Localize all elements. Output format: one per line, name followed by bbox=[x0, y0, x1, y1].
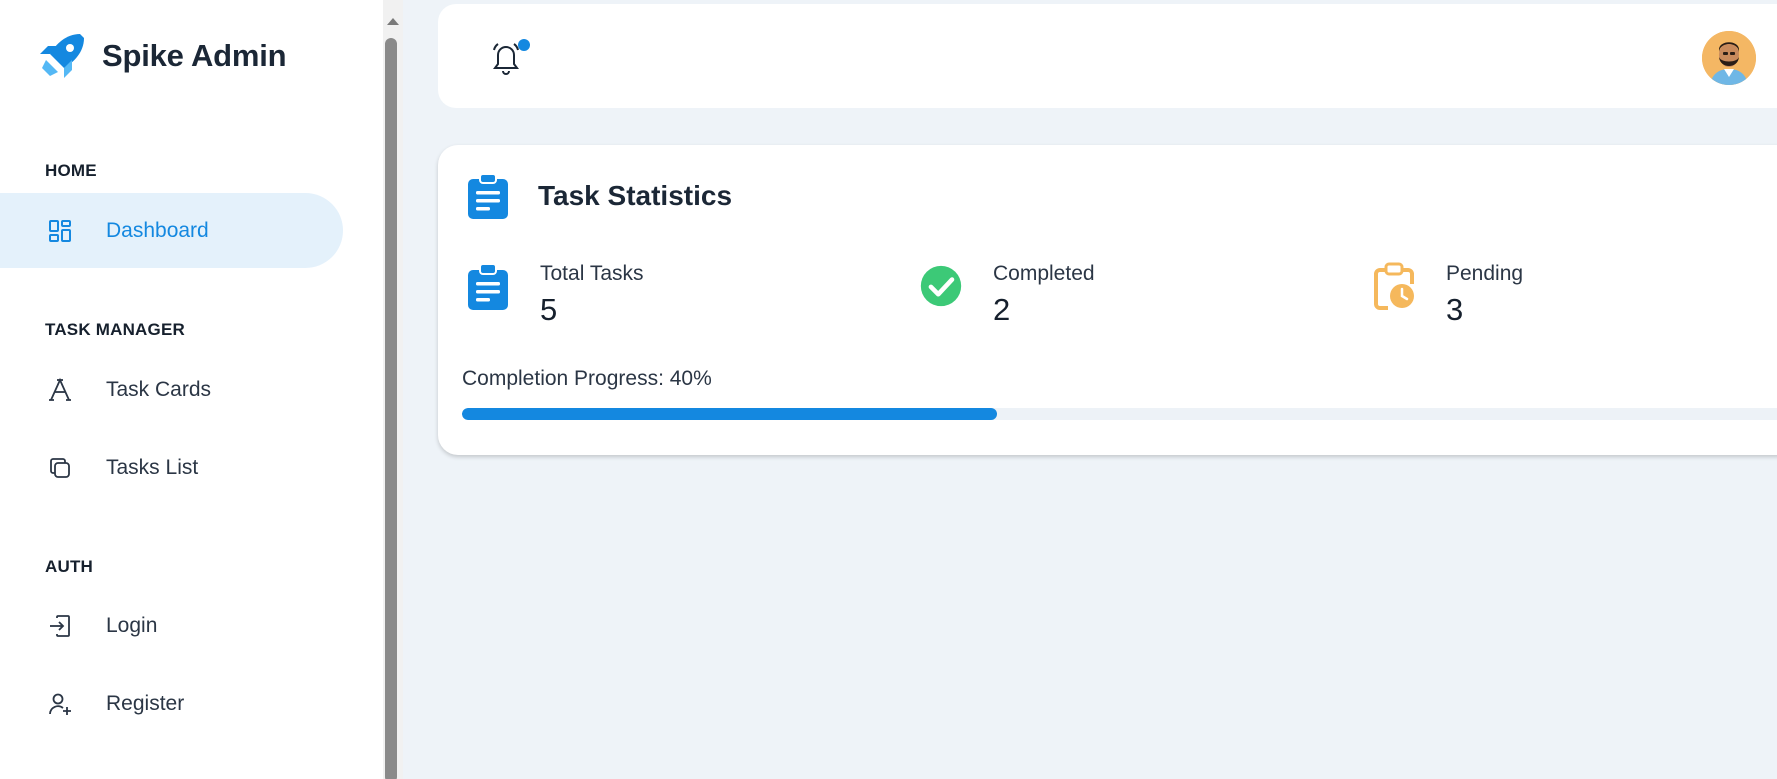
stat-value: 3 bbox=[1446, 292, 1464, 327]
nav-heading-auth: AUTH bbox=[45, 557, 94, 576]
sidebar: Spike Admin HOME Dashboard TASK MANAGER … bbox=[0, 0, 383, 779]
scroll-up-arrow-icon[interactable] bbox=[387, 18, 399, 25]
clipboard-clock-icon bbox=[1374, 262, 1414, 310]
sidebar-item-tasks-list[interactable]: Tasks List bbox=[0, 430, 343, 505]
stat-pending: Pending 3 bbox=[1372, 260, 1523, 328]
task-statistics-card: Task Statistics Total Tasks 5 Completed … bbox=[438, 145, 1777, 455]
dashboard-icon bbox=[47, 218, 73, 244]
sidebar-item-label: Task Cards bbox=[106, 377, 212, 401]
stat-total-tasks: Total Tasks 5 bbox=[466, 260, 644, 328]
stat-value: 2 bbox=[993, 292, 1011, 327]
check-circle-icon bbox=[920, 265, 962, 307]
nav-heading-task-manager: TASK MANAGER bbox=[45, 320, 185, 339]
progress-label: Completion Progress: 40% bbox=[462, 367, 712, 390]
sidebar-item-task-cards[interactable]: Task Cards bbox=[0, 352, 343, 427]
stat-label: Completed bbox=[993, 262, 1095, 285]
typography-icon bbox=[47, 377, 73, 403]
sidebar-item-login[interactable]: Login bbox=[0, 588, 343, 663]
brand-name: Spike Admin bbox=[102, 38, 287, 73]
stat-label: Total Tasks bbox=[540, 262, 644, 285]
notification-badge bbox=[518, 39, 530, 51]
login-icon bbox=[47, 613, 73, 639]
sidebar-item-label: Login bbox=[106, 613, 158, 637]
card-title: Task Statistics bbox=[538, 180, 733, 211]
sidebar-item-label: Dashboard bbox=[106, 218, 209, 242]
scroll-thumb[interactable] bbox=[385, 38, 397, 779]
sidebar-item-dashboard[interactable]: Dashboard bbox=[0, 193, 343, 268]
nav-heading-home: HOME bbox=[45, 161, 97, 180]
sidebar-item-register[interactable]: Register bbox=[0, 666, 343, 741]
rocket-logo-icon bbox=[40, 34, 84, 78]
sidebar-scrollbar[interactable] bbox=[383, 0, 403, 779]
card-header: Task Statistics bbox=[466, 173, 732, 219]
copy-icon bbox=[47, 455, 73, 481]
clipboard-list-icon bbox=[468, 173, 508, 219]
stat-label: Pending bbox=[1446, 262, 1524, 285]
top-header bbox=[438, 4, 1777, 108]
user-avatar[interactable] bbox=[1702, 31, 1756, 85]
brand[interactable]: Spike Admin bbox=[36, 30, 287, 82]
stat-value: 5 bbox=[540, 292, 558, 327]
sidebar-item-label: Register bbox=[106, 691, 185, 715]
stat-completed: Completed 2 bbox=[919, 260, 1095, 328]
completion-progress-bar bbox=[462, 408, 1777, 420]
sidebar-item-label: Tasks List bbox=[106, 455, 199, 479]
clipboard-list-icon bbox=[468, 263, 508, 310]
progress-fill bbox=[462, 408, 997, 420]
user-plus-icon bbox=[47, 691, 73, 717]
